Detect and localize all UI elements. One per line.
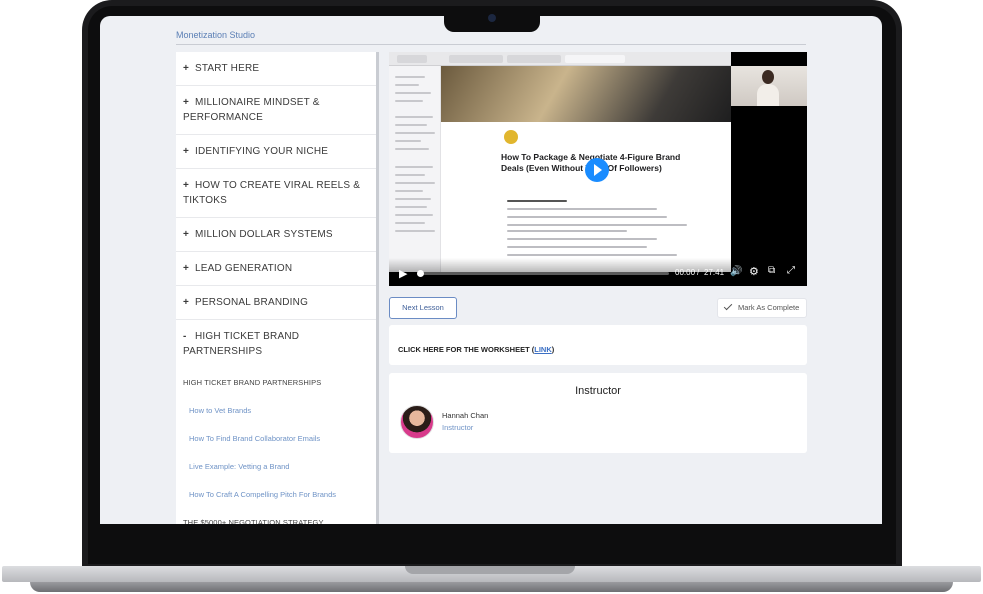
expand-icon: + — [183, 180, 190, 191]
header-divider — [176, 44, 806, 45]
laptop-frame: Monetization Studio + START HERE + MILLION… — [0, 0, 983, 594]
expand-icon: + — [183, 63, 190, 74]
mark-complete-button[interactable]: Mark As Complete — [717, 298, 807, 318]
module-label: LEAD GENERATION — [195, 263, 293, 274]
expand-icon: + — [183, 263, 190, 274]
laptop-base-bottom — [30, 582, 953, 592]
lesson-link[interactable]: How To Craft A Compelling Pitch For Bran… — [176, 480, 376, 508]
play-icon[interactable]: ▶ — [399, 267, 407, 280]
video-frame: How To Package & Negotiate 4-Figure Bran… — [389, 66, 731, 272]
module-start-here[interactable]: + START HERE — [176, 52, 376, 86]
play-overlay-icon[interactable] — [585, 158, 609, 182]
video-controls: ▶ 00:00 / 27:41 🔊 ⚙ ⧉ ⤢ — [389, 258, 807, 286]
module-label: MILLIONAIRE MINDSET & PERFORMANCE — [183, 97, 320, 123]
instructor-heading: Instructor — [575, 385, 621, 397]
duration: 27:41 — [704, 268, 725, 277]
next-lesson-button[interactable]: Next Lesson — [389, 297, 457, 319]
module-lead-generation[interactable]: + LEAD GENERATION — [176, 252, 376, 286]
worksheet-link[interactable]: LINK — [534, 345, 552, 354]
recorded-tab — [507, 55, 561, 63]
expand-icon: + — [183, 97, 190, 108]
module-label: IDENTIFYING YOUR NICHE — [195, 146, 329, 157]
worksheet-close-paren: ) — [551, 345, 555, 354]
presenter-webcam — [731, 66, 807, 106]
popout-icon[interactable]: ⧉ — [768, 265, 775, 276]
expand-icon: + — [183, 297, 190, 308]
lesson-link[interactable]: How To Find Brand Collaborator Emails — [176, 424, 376, 452]
checkmark-icon — [723, 301, 733, 311]
trackpad-notch — [405, 566, 575, 574]
fullscreen-icon[interactable]: ⤢ — [787, 265, 795, 276]
module-label: START HERE — [195, 63, 260, 74]
module-personal-branding[interactable]: + PERSONAL BRANDING — [176, 286, 376, 320]
recorded-browser-bar — [389, 52, 731, 66]
recorded-sidebar — [389, 66, 441, 272]
recorded-tab — [565, 55, 625, 63]
section-heading: THE $5000+ NEGOTIATION STRATEGY — [183, 518, 324, 524]
expand-icon: + — [183, 229, 190, 240]
instructor-name: Hannah Chan — [442, 411, 489, 420]
progress-knob[interactable] — [417, 270, 424, 277]
money-bag-icon — [504, 130, 518, 144]
current-time: 00:00 — [675, 268, 696, 277]
lesson-link[interactable]: How to Vet Brands — [176, 396, 376, 424]
module-viral-reels[interactable]: + HOW TO CREATE VIRAL REELS & TIKTOKS — [176, 169, 376, 218]
worksheet-label: CLICK HERE FOR THE WORKSHEET ( — [398, 345, 535, 354]
webcam-icon — [488, 14, 496, 22]
recorded-tab — [449, 55, 503, 63]
mark-complete-label: Mark As Complete — [738, 303, 800, 312]
brand-name[interactable]: Monetization Studio — [176, 30, 255, 40]
module-label: HIGH TICKET BRAND PARTNERSHIPS — [183, 331, 300, 357]
module-million-dollar-systems[interactable]: + MILLION DOLLAR SYSTEMS — [176, 218, 376, 252]
module-label: MILLION DOLLAR SYSTEMS — [195, 229, 333, 240]
screen: Monetization Studio + START HERE + MILLION… — [100, 16, 882, 524]
section-heading: HIGH TICKET BRAND PARTNERSHIPS — [183, 378, 322, 387]
expand-icon: + — [183, 146, 190, 157]
module-label: HOW TO CREATE VIRAL REELS & TIKTOKS — [183, 180, 361, 206]
time-separator: / — [697, 268, 700, 277]
module-label: PERSONAL BRANDING — [195, 297, 309, 308]
worksheet-text: CLICK HERE FOR THE WORKSHEET (LINK) — [398, 345, 554, 354]
instructor-avatar — [400, 405, 434, 439]
recorded-tab — [397, 55, 427, 63]
lesson-link[interactable]: Live Example: Vetting a Brand — [176, 452, 376, 480]
settings-gear-icon[interactable]: ⚙ — [749, 265, 759, 278]
presenter — [757, 70, 779, 106]
sidebar-scrollbar[interactable] — [376, 52, 379, 524]
worksheet-card: CLICK HERE FOR THE WORKSHEET (LINK) — [389, 325, 807, 365]
instructor-role: Instructor — [442, 423, 474, 432]
volume-icon[interactable]: 🔊 — [730, 266, 742, 277]
recorded-cover-image — [441, 66, 731, 122]
video-player[interactable]: How To Package & Negotiate 4-Figure Bran… — [389, 52, 807, 286]
video-progress-bar[interactable] — [417, 270, 669, 277]
camera-notch — [444, 6, 540, 32]
collapse-icon: - — [183, 331, 187, 342]
course-sidebar: + START HERE + MILLIONAIRE MINDSET & PERFO… — [176, 52, 376, 524]
module-brand-partnerships[interactable]: - HIGH TICKET BRAND PARTNERSHIPS — [176, 320, 376, 368]
module-identifying-niche[interactable]: + IDENTIFYING YOUR NICHE — [176, 135, 376, 169]
instructor-card: Instructor Hannah Chan Instructor — [389, 373, 807, 453]
laptop-base — [0, 564, 983, 594]
module-millionaire-mindset[interactable]: + MILLIONAIRE MINDSET & PERFORMANCE — [176, 86, 376, 135]
